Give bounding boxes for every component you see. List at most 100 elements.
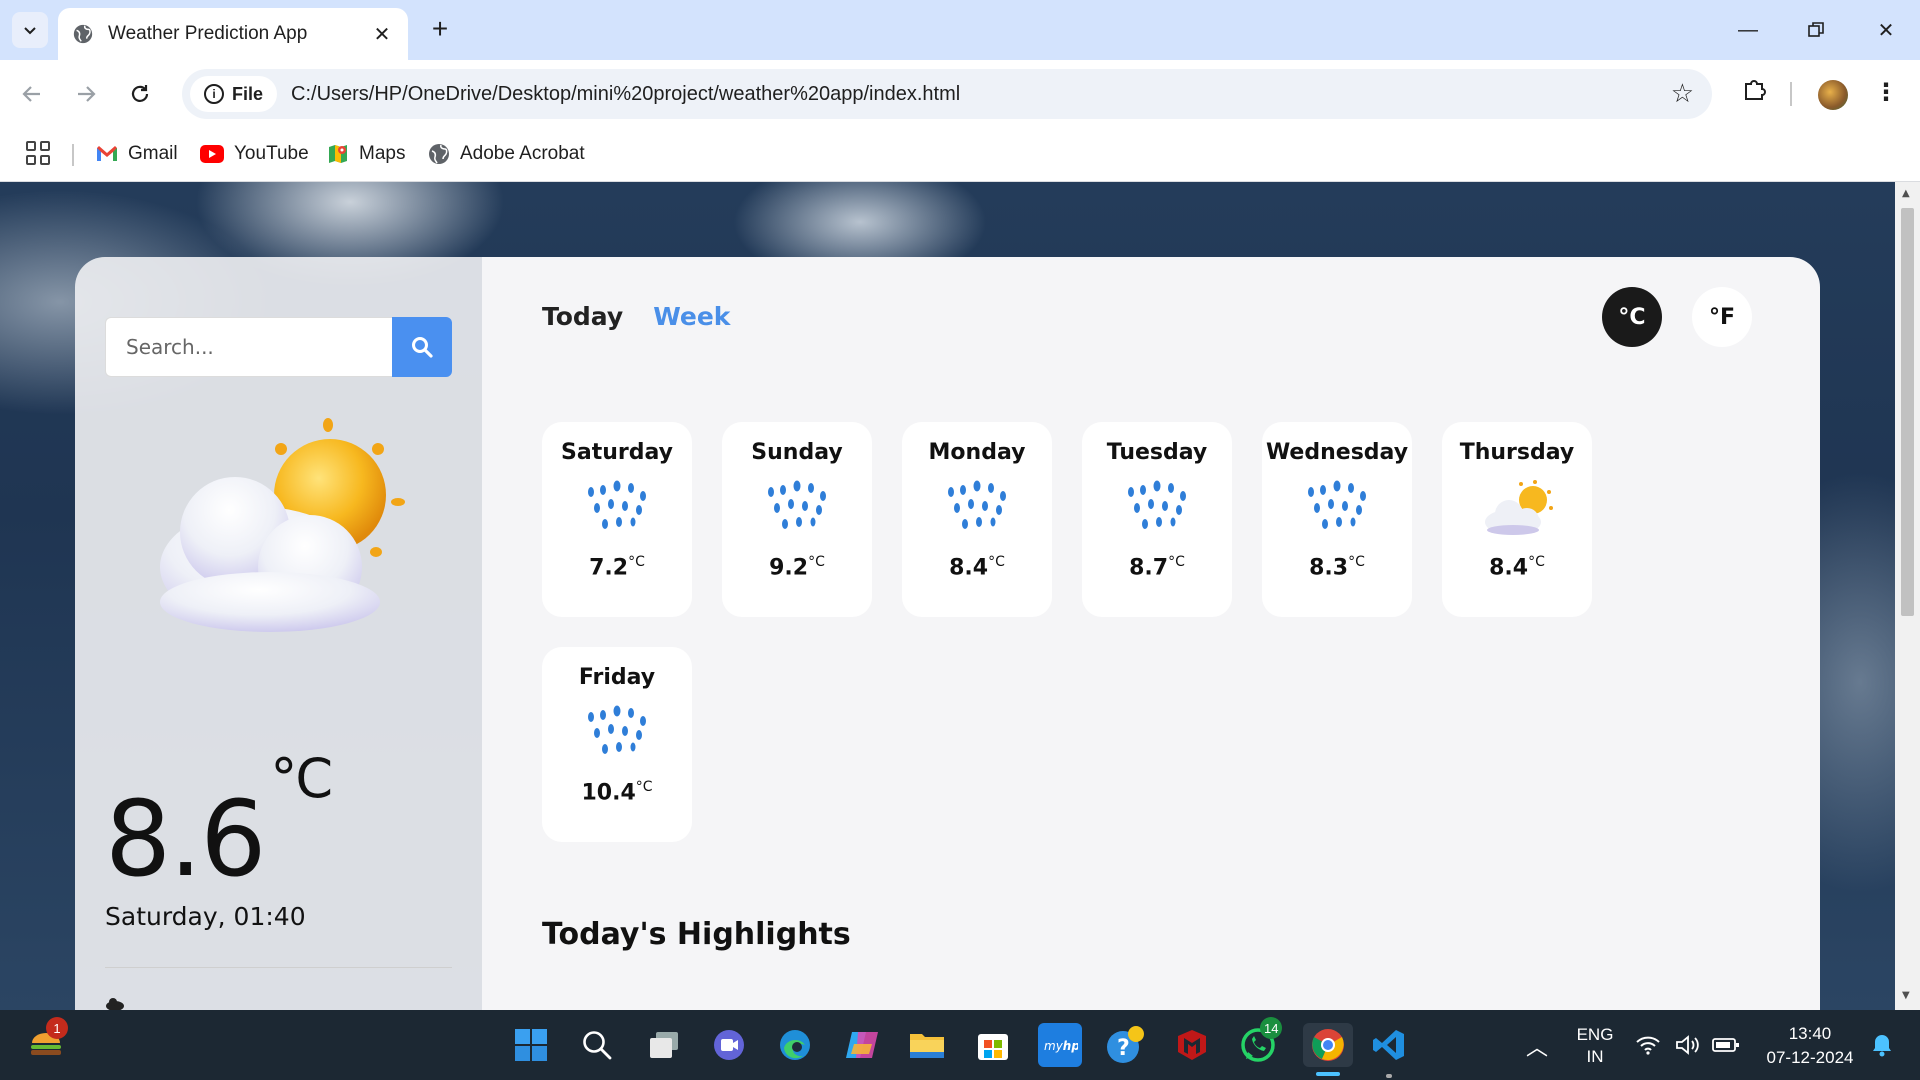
forecast-temp-value: 8.7 bbox=[1129, 555, 1169, 581]
file-explorer-button[interactable] bbox=[905, 1023, 949, 1067]
battery-icon[interactable] bbox=[1708, 1023, 1744, 1067]
page-viewport: 8.6°C Saturday, 01:40 Today Week °C °F S… bbox=[0, 182, 1895, 1010]
volume-icon[interactable] bbox=[1670, 1023, 1706, 1067]
more-menu-icon[interactable]: ⋮ bbox=[1874, 78, 1898, 106]
cloud-icon bbox=[106, 998, 124, 1010]
restore-icon bbox=[1808, 22, 1824, 37]
forecast-day: Sunday bbox=[751, 440, 843, 465]
current-datetime: Saturday, 01:40 bbox=[105, 902, 306, 931]
bookmarks-bar: Gmail YouTube Maps Adobe Acrobat bbox=[0, 128, 1920, 182]
scroll-thumb[interactable] bbox=[1901, 208, 1914, 616]
bookmark-star-icon[interactable]: ☆ bbox=[1671, 79, 1694, 109]
site-info-chip[interactable]: i File bbox=[190, 76, 278, 112]
search-button[interactable] bbox=[392, 317, 452, 377]
task-view-button[interactable] bbox=[642, 1023, 686, 1067]
current-temp-unit: °C bbox=[270, 747, 333, 811]
tab-search-button[interactable] bbox=[12, 12, 48, 48]
edge-button[interactable] bbox=[773, 1023, 817, 1067]
teams-button[interactable] bbox=[707, 1023, 751, 1067]
edge-icon bbox=[780, 1030, 810, 1060]
condition-row bbox=[105, 997, 125, 1010]
forecast-temp: 10.4°C bbox=[581, 779, 652, 805]
forward-button[interactable] bbox=[68, 76, 104, 112]
vscode-button[interactable] bbox=[1367, 1023, 1411, 1067]
partly-cloudy-icon bbox=[1477, 478, 1557, 548]
tab-week[interactable]: Week bbox=[653, 302, 730, 331]
forecast-temp-value: 10.4 bbox=[581, 780, 636, 806]
bookmark-maps[interactable]: Maps bbox=[327, 138, 405, 170]
scroll-up-icon[interactable]: ▲ bbox=[1902, 188, 1910, 199]
wifi-icon[interactable] bbox=[1630, 1023, 1666, 1067]
extensions-icon[interactable] bbox=[1738, 76, 1772, 110]
myhp-icon: myhp bbox=[1044, 1039, 1078, 1053]
forecast-temp: 8.4°C bbox=[949, 554, 1005, 580]
bookmark-gmail[interactable]: Gmail bbox=[96, 138, 178, 170]
search-input[interactable] bbox=[105, 317, 392, 377]
copilot-button[interactable] bbox=[840, 1023, 884, 1067]
forecast-card-sunday: Sunday 9.2°C bbox=[722, 422, 872, 617]
store-icon bbox=[978, 1034, 1008, 1060]
gmail-icon bbox=[97, 146, 117, 161]
widgets-button[interactable]: 1 bbox=[24, 1017, 68, 1067]
whatsapp-button[interactable]: 14 bbox=[1236, 1017, 1283, 1067]
back-button[interactable] bbox=[14, 76, 50, 112]
search-taskbar-button[interactable] bbox=[575, 1023, 619, 1067]
fahrenheit-button[interactable]: °F bbox=[1692, 287, 1752, 347]
rain-icon bbox=[1297, 478, 1377, 548]
weather-sidebar: 8.6°C Saturday, 01:40 bbox=[75, 257, 482, 1010]
close-window-button[interactable]: ✕ bbox=[1856, 10, 1916, 50]
forecast-day: Wednesday bbox=[1265, 440, 1409, 465]
notification-bell-icon[interactable] bbox=[1864, 1023, 1900, 1067]
forecast-temp: 8.4°C bbox=[1489, 554, 1545, 580]
restore-button[interactable] bbox=[1786, 10, 1846, 50]
tab-today[interactable]: Today bbox=[542, 302, 623, 331]
store-button[interactable] bbox=[971, 1023, 1015, 1067]
browser-toolbar: i File C:/Users/HP/OneDrive/Desktop/mini… bbox=[0, 60, 1920, 128]
address-bar[interactable]: i File C:/Users/HP/OneDrive/Desktop/mini… bbox=[182, 69, 1712, 119]
myhp-button[interactable]: myhp bbox=[1038, 1023, 1082, 1067]
rain-icon bbox=[577, 478, 657, 548]
mcafee-button[interactable] bbox=[1170, 1023, 1214, 1067]
period-tabs: Today Week bbox=[542, 302, 730, 331]
reload-button[interactable] bbox=[122, 76, 158, 112]
windows-icon bbox=[515, 1029, 547, 1061]
bookmark-adobe-acrobat[interactable]: Adobe Acrobat bbox=[428, 138, 585, 170]
vscode-running-indicator bbox=[1386, 1074, 1392, 1078]
url-text[interactable]: C:/Users/HP/OneDrive/Desktop/mini%20proj… bbox=[291, 83, 960, 106]
chrome-icon bbox=[1312, 1029, 1344, 1061]
vscode-icon bbox=[1373, 1030, 1404, 1060]
forecast-card-wednesday: Wednesday 8.3°C bbox=[1262, 422, 1412, 617]
forecast-temp: 8.7°C bbox=[1129, 554, 1185, 580]
bookmark-label: Adobe Acrobat bbox=[460, 143, 585, 164]
bookmark-youtube[interactable]: YouTube bbox=[200, 138, 309, 170]
maps-icon bbox=[329, 145, 347, 163]
forecast-temp-value: 8.3 bbox=[1309, 555, 1349, 581]
toolbar-divider bbox=[1790, 82, 1792, 106]
forecast-temp-unit: °C bbox=[628, 554, 645, 570]
scroll-down-icon[interactable]: ▼ bbox=[1902, 990, 1910, 1001]
minimize-button[interactable]: — bbox=[1718, 10, 1778, 50]
whatsapp-badge: 14 bbox=[1260, 1017, 1283, 1039]
tray-overflow-icon[interactable]: ︿ bbox=[1526, 1030, 1548, 1062]
page-scrollbar[interactable]: ▲ ▼ bbox=[1895, 182, 1920, 1010]
forecast-temp: 7.2°C bbox=[589, 554, 645, 580]
forecast-card-thursday: Thursday 8.4°C bbox=[1442, 422, 1592, 617]
forecast-temp-value: 8.4 bbox=[1489, 555, 1529, 581]
current-temperature: 8.6 °C bbox=[105, 752, 333, 891]
apps-grid-icon[interactable] bbox=[26, 141, 50, 165]
get-help-button[interactable]: ? bbox=[1103, 1023, 1147, 1067]
browser-tab-active[interactable]: Weather Prediction App ✕ bbox=[58, 8, 408, 60]
close-tab-icon[interactable]: ✕ bbox=[370, 22, 394, 46]
weather-main: Today Week °C °F Saturday 7.2°C Sunday 9.2°… bbox=[482, 257, 1820, 1010]
new-tab-button[interactable]: + bbox=[424, 14, 456, 46]
file-chip-label: File bbox=[232, 83, 264, 104]
language-indicator[interactable]: ENG IN bbox=[1570, 1024, 1620, 1068]
profile-avatar[interactable] bbox=[1818, 80, 1848, 110]
svg-text:myhp: myhp bbox=[1044, 1039, 1078, 1053]
chrome-button[interactable] bbox=[1303, 1023, 1353, 1067]
forecast-temp-unit: °C bbox=[1348, 554, 1365, 570]
start-button[interactable] bbox=[509, 1023, 553, 1067]
forecast-card-tuesday: Tuesday 8.7°C bbox=[1082, 422, 1232, 617]
celsius-button[interactable]: °C bbox=[1602, 287, 1662, 347]
clock[interactable]: 13:40 07-12-2024 bbox=[1760, 1022, 1860, 1070]
